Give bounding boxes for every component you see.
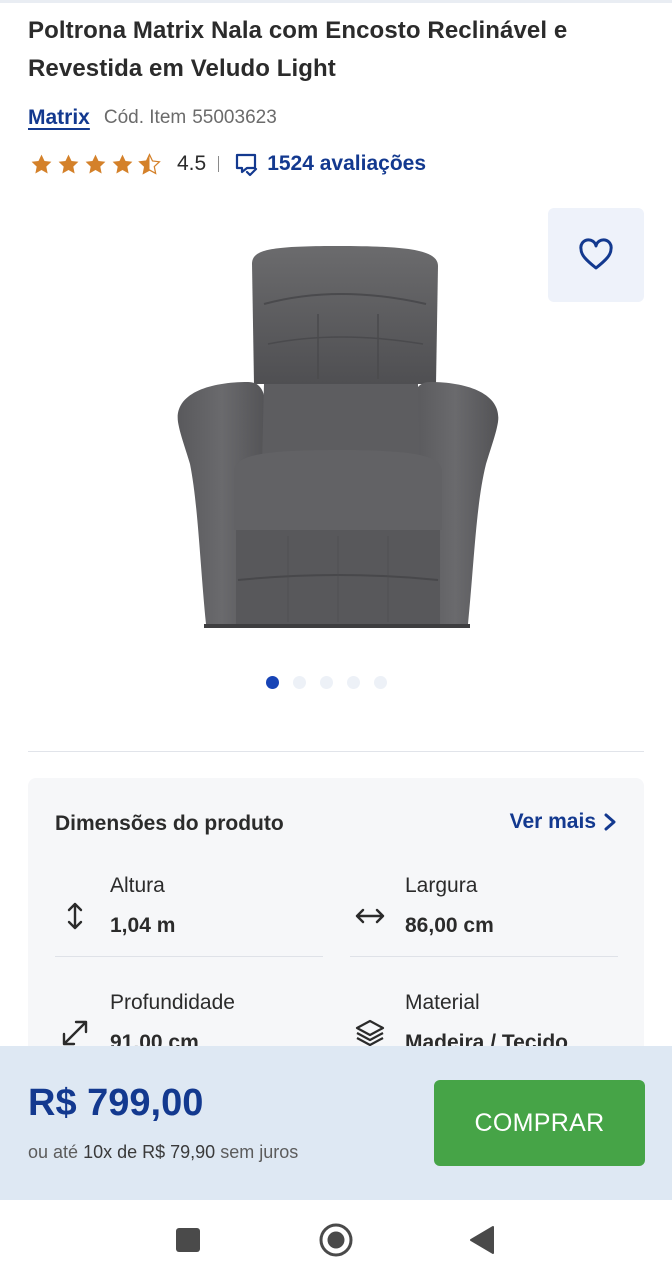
product-title-line1: Poltrona Matrix Nala com Encosto Recliná… [28, 17, 568, 44]
section-divider [28, 751, 644, 752]
star-full-icon [31, 154, 52, 173]
brand-row: Matrix Cód. Item 55003623 [28, 102, 277, 134]
carousel-dot-5[interactable] [374, 676, 387, 689]
installments-suffix: sem juros [220, 1142, 299, 1162]
home-button[interactable] [316, 1220, 356, 1260]
star-full-icon [58, 154, 79, 173]
reviews-link[interactable]: 1524 avaliações [267, 152, 426, 176]
installments-prefix: ou até [28, 1142, 79, 1162]
dimension-label: Profundidade [110, 991, 235, 1014]
heart-icon [579, 238, 613, 270]
chevron-right-icon [604, 813, 616, 831]
star-full-icon [112, 154, 133, 173]
see-more-link[interactable]: Ver mais [510, 810, 618, 834]
top-divider [0, 0, 672, 3]
dimension-value: 1,04 m [110, 914, 176, 937]
dimensions-title: Dimensões do produto [55, 812, 284, 835]
carousel-dot-1[interactable] [266, 676, 279, 689]
star-full-icon [85, 154, 106, 173]
installments-value: 10x de R$ 79,90 [83, 1142, 216, 1162]
review-chat-icon [236, 153, 258, 177]
carousel-dot-2[interactable] [293, 676, 306, 689]
recent-apps-button[interactable] [168, 1220, 208, 1260]
installments-info: ou até 10x de R$ 79,90 sem juros [28, 1142, 298, 1163]
sku-number: 55003623 [192, 107, 277, 128]
dimension-height: Altura 1,04 m [55, 874, 323, 954]
triangle-back-icon [470, 1226, 494, 1254]
product-title-line2: Revestida em Veludo Light [28, 55, 336, 82]
image-carousel-dots [266, 676, 401, 689]
square-icon [176, 1228, 200, 1252]
star-half-icon [138, 152, 161, 175]
dimension-width: Largura 86,00 cm [350, 874, 618, 954]
android-nav-bar [0, 1200, 672, 1280]
rating-row: 4.5 1524 avaliações [28, 147, 426, 181]
carousel-dot-4[interactable] [347, 676, 360, 689]
brand-link[interactable]: Matrix [28, 106, 90, 130]
sku-info: Cód. Item 55003623 [104, 107, 277, 129]
dimension-divider [350, 956, 618, 957]
carousel-dot-3[interactable] [320, 676, 333, 689]
circle-home-icon [319, 1223, 353, 1257]
price: R$ 799,00 [28, 1082, 204, 1124]
rating-value: 4.5 [177, 152, 207, 175]
buy-button-label: COMPRAR [474, 1108, 605, 1137]
dimension-value: 86,00 cm [405, 914, 494, 937]
purchase-bar: R$ 799,00 ou até 10x de R$ 79,90 sem jur… [0, 1046, 672, 1200]
see-more-label: Ver mais [509, 810, 596, 833]
horizontal-arrows-icon [350, 896, 390, 936]
product-image-armchair[interactable] [168, 244, 508, 636]
vertical-arrows-icon [55, 896, 95, 936]
rating-stars [28, 152, 163, 177]
dimension-label: Altura [110, 874, 165, 897]
rating-separator [218, 156, 220, 172]
dimension-label: Largura [405, 874, 478, 897]
dimension-divider [55, 956, 323, 957]
product-title: Poltrona Matrix Nala com Encosto Recliná… [28, 12, 628, 88]
dimension-label: Material [405, 991, 480, 1014]
favorite-button[interactable] [548, 208, 644, 302]
sku-label: Cód. Item [103, 107, 187, 128]
back-button[interactable] [462, 1220, 502, 1260]
buy-button[interactable]: COMPRAR [434, 1080, 645, 1166]
product-dimensions-card: Dimensões do produto Ver mais Altura 1,0… [28, 778, 644, 1078]
